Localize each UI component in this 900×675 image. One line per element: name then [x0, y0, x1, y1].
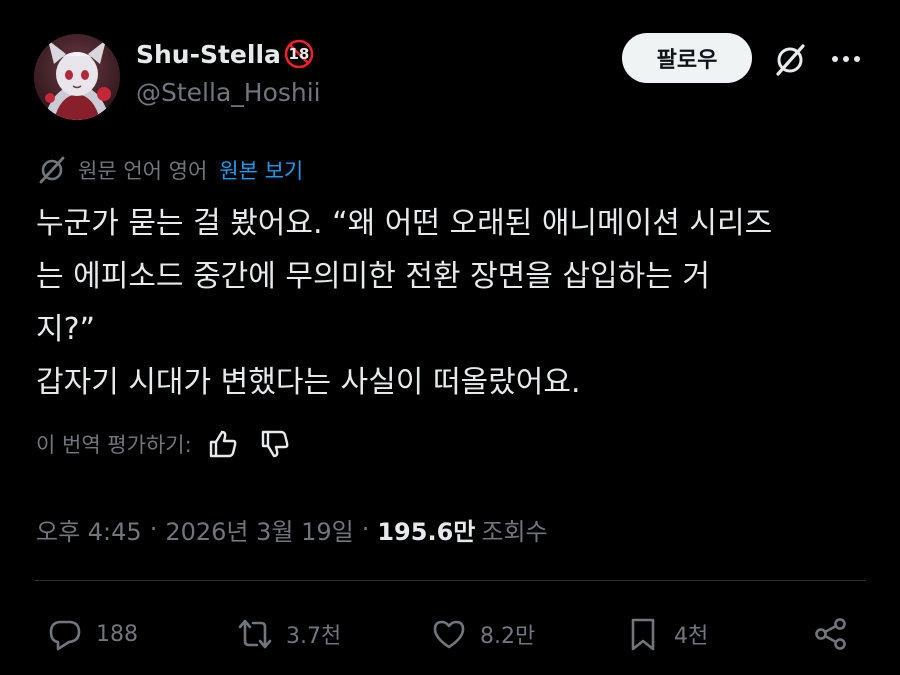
post-line: 지?” — [36, 312, 96, 347]
grok-icon[interactable] — [770, 40, 810, 80]
retweet-count: 3.7천 — [286, 624, 342, 649]
translation-notice: 원문 언어 영어 원본 보기 — [36, 153, 303, 187]
post-meta: 오후 4:45 · 2026년 3월 19일 · 195.6만 조회수 — [36, 509, 548, 549]
follow-button[interactable]: 팔로우 — [622, 33, 752, 83]
bookmark-button[interactable]: 4천 — [624, 612, 708, 656]
reply-count: 188 — [96, 621, 138, 647]
rate-translation-label: 이 번역 평가하기: — [36, 433, 192, 457]
post-text: 누군가 묻는 걸 봤어요. “왜 어떤 오래된 애니메이션 시리즈 는 에피소드… — [36, 197, 866, 409]
thumbs-down-icon[interactable] — [258, 427, 292, 461]
post-time[interactable]: 오후 4:45 — [36, 512, 142, 547]
age-restriction-badge: 18 — [283, 38, 315, 70]
avatar[interactable] — [34, 34, 120, 120]
display-name-text: Shu-Stella — [136, 39, 281, 69]
post-line: 는 에피소드 중간에 무의미한 전환 장면을 삽입하는 거 — [36, 259, 710, 294]
meta-separator: · — [361, 515, 370, 543]
thumbs-up-icon[interactable] — [206, 427, 240, 461]
heart-icon — [433, 620, 465, 649]
like-count: 8.2만 — [480, 624, 536, 649]
avatar-image — [34, 34, 120, 120]
views-count[interactable]: 195.6만 — [377, 512, 475, 547]
views-label: 조회수 — [481, 517, 548, 546]
like-button[interactable]: 8.2만 — [430, 612, 535, 656]
share-button[interactable] — [812, 612, 850, 656]
post-date[interactable]: 2026년 3월 19일 — [165, 512, 353, 547]
meta-separator: · — [149, 515, 158, 543]
age-badge-text: 18 — [288, 45, 310, 63]
reply-button[interactable]: 188 — [46, 612, 138, 656]
bookmark-icon — [631, 618, 655, 651]
user-handle[interactable]: @Stella_Hoshii — [136, 78, 321, 107]
share-icon — [815, 618, 846, 650]
retweet-button[interactable]: 3.7천 — [236, 612, 341, 656]
translation-label: 원문 언어 영어 — [78, 159, 208, 183]
translate-icon — [39, 156, 65, 184]
reply-icon — [49, 620, 81, 651]
display-name[interactable]: Shu-Stella 18 — [136, 38, 315, 70]
more-icon[interactable] — [826, 42, 866, 76]
show-original-link[interactable]: 원본 보기 — [219, 155, 303, 185]
rate-translation: 이 번역 평가하기: — [36, 424, 310, 464]
divider — [34, 580, 866, 581]
retweet-icon — [238, 619, 272, 649]
post-line: 갑자기 시대가 변했다는 사실이 떠올랐어요. — [36, 365, 581, 400]
bookmark-count: 4천 — [674, 624, 709, 649]
post-line: 누군가 묻는 걸 봤어요. “왜 어떤 오래된 애니메이션 시리즈 — [36, 206, 773, 241]
